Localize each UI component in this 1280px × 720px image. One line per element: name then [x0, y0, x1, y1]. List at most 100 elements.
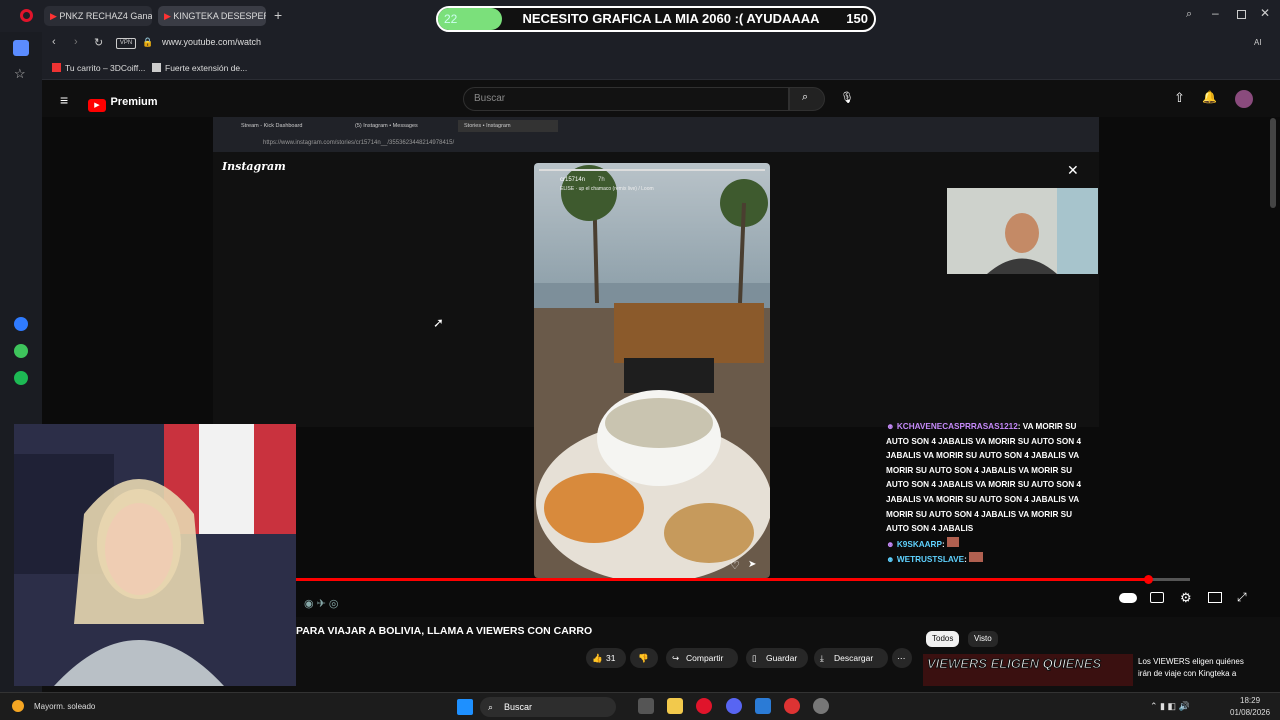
- search-input[interactable]: Buscar: [463, 87, 789, 111]
- opera-logo-icon[interactable]: [20, 9, 33, 22]
- progress-handle[interactable]: [1144, 575, 1153, 584]
- autoplay-toggle[interactable]: [1119, 593, 1137, 603]
- time: 18:29: [1240, 696, 1261, 705]
- youtube-icon: ▶: [50, 11, 60, 21]
- search-icon: ⌕: [488, 702, 494, 712]
- thumbs-up-icon: 👍: [592, 653, 603, 663]
- file-explorer-icon[interactable]: [667, 698, 683, 714]
- search-icon: ⌕: [802, 91, 809, 103]
- spotify-icon[interactable]: [14, 371, 28, 385]
- opera-icon[interactable]: [696, 698, 712, 714]
- task-view-icon[interactable]: [638, 698, 654, 714]
- settings-icon[interactable]: [813, 698, 829, 714]
- inner-tab: Stories • Instagram: [458, 120, 558, 132]
- tab-pnkz[interactable]: ▶ PNKZ RECHAZ4 Gana: [44, 6, 152, 26]
- date: 01/08/2026: [1230, 708, 1271, 717]
- chip-todos[interactable]: Todos: [926, 631, 960, 647]
- instagram-logo: Instagram: [222, 160, 286, 173]
- chrome-icon[interactable]: [784, 698, 800, 714]
- close-window-button[interactable]: ✕: [1260, 6, 1270, 20]
- settings-gear-icon[interactable]: ⚙: [1180, 590, 1192, 606]
- chat-user-icon: ☻: [886, 539, 897, 549]
- bell-icon[interactable]: 🔔: [1202, 90, 1217, 104]
- youtube-logo[interactable]: ▶ Premium: [88, 92, 158, 112]
- emote-icon: [969, 552, 984, 563]
- send-icon[interactable]: ➤: [748, 559, 756, 570]
- app-icon[interactable]: [755, 698, 771, 714]
- story-user: cr15714n: [560, 177, 586, 183]
- address-bar-row: ‹ › ↻ VPN 🔒 www.youtube.com/watch AI: [42, 32, 1280, 56]
- chat-username: WETRUSTSLAVE: [896, 555, 965, 565]
- mouse-cursor-icon: ➚: [433, 315, 444, 330]
- start-button-icon[interactable]: [457, 699, 473, 715]
- recommended-title[interactable]: Los VIEWERS eligen quiénes irán de viaje…: [1138, 656, 1256, 680]
- story-photo: [534, 163, 770, 578]
- weather-icon[interactable]: [12, 700, 24, 712]
- whatsapp-icon[interactable]: [14, 344, 28, 358]
- chat-overlay: ☻ KCHAVENECASPRRASAS1212: VA MORIR SU AU…: [886, 420, 1096, 580]
- theater-icon[interactable]: [1208, 592, 1222, 603]
- search-button[interactable]: ⌕: [789, 87, 825, 111]
- share-button[interactable]: ↪ Compartir: [666, 648, 738, 668]
- heart-icon[interactable]: ♡: [730, 559, 740, 572]
- kick-logos: ◉ ✈ ◎: [304, 598, 339, 610]
- dislike-button[interactable]: 👎: [630, 648, 658, 668]
- inner-tab: Stream - Kick Dashboard: [241, 123, 303, 129]
- progress-fill: [296, 578, 1148, 581]
- goal-target: 150: [846, 11, 868, 26]
- scrollbar[interactable]: [1270, 118, 1276, 208]
- share-icon: ↪: [672, 653, 680, 663]
- minimize-button[interactable]: –: [1212, 6, 1219, 20]
- new-tab-button[interactable]: +: [274, 7, 282, 23]
- thumbnail-text: VIEWERS ELIGEN QUIENES: [927, 656, 1102, 672]
- chat-user-icon: ☻: [886, 422, 897, 431]
- weather-text: Mayorm. soleado: [34, 702, 96, 711]
- taskbar-search-label: Buscar: [504, 702, 533, 712]
- chip-visto[interactable]: Visto: [968, 631, 998, 647]
- back-icon[interactable]: ‹: [52, 36, 56, 48]
- recommended-thumbnail[interactable]: VIEWERS ELIGEN QUIENES: [923, 654, 1133, 686]
- bookmark-item[interactable]: Fuerte extensión de...: [152, 60, 247, 76]
- fullscreen-icon[interactable]: ⤢: [1237, 590, 1247, 605]
- more-button[interactable]: ⋯: [892, 648, 912, 668]
- bookmark-item[interactable]: Tu carrito – 3DCoiff...: [52, 60, 145, 76]
- url-field[interactable]: www.youtube.com/watch: [162, 37, 261, 47]
- menu-icon[interactable]: ≡: [60, 92, 68, 108]
- avatar[interactable]: [1235, 90, 1253, 108]
- upload-icon[interactable]: ⇧: [1174, 90, 1185, 106]
- tray-icons[interactable]: ⌃ ▮ ◧ 🔊: [1150, 701, 1190, 712]
- messenger-icon[interactable]: [14, 317, 28, 331]
- instagram-story: cr15714n 7h ELISE · up el chamaco (remix…: [534, 163, 770, 578]
- video-progress-bar[interactable]: [296, 575, 1190, 584]
- search-icon[interactable]: ⌕: [1186, 8, 1192, 21]
- home-icon[interactable]: [13, 40, 29, 56]
- reload-icon[interactable]: ↻: [94, 36, 103, 49]
- save-button[interactable]: ▯ Guardar: [746, 648, 808, 668]
- chat-username: KCHAVENECASPRRASAS1212: [896, 422, 1018, 431]
- mic-icon[interactable]: 🎙: [840, 91, 854, 107]
- webcam-overlay: [947, 188, 1098, 274]
- download-label: Descargar: [834, 653, 874, 663]
- star-icon[interactable]: ☆: [14, 66, 26, 82]
- ai-button[interactable]: AI: [1254, 38, 1262, 47]
- forward-icon[interactable]: ›: [74, 36, 78, 48]
- chat-message: ☻ k9skaarp:: [886, 536, 1096, 553]
- story-time: 7h: [598, 177, 605, 183]
- vpn-badge[interactable]: VPN: [116, 38, 136, 49]
- close-icon[interactable]: ✕: [1067, 162, 1079, 179]
- download-button[interactable]: ⤓ Descargar: [814, 648, 888, 668]
- taskbar-search[interactable]: ⌕ Buscar: [480, 697, 616, 717]
- thumbs-down-icon: 👎: [638, 653, 649, 663]
- maximize-button[interactable]: [1237, 10, 1246, 19]
- discord-icon[interactable]: [726, 698, 742, 714]
- stream-title-banner: 22 NECESITO GRAFICA LA MIA 2060 :( AYUDA…: [436, 6, 876, 32]
- logo-text: Premium: [110, 96, 158, 108]
- inner-tab: (5) Instagram • Messages: [355, 123, 418, 129]
- bookmark-icon: [52, 63, 61, 72]
- tab-kingteka[interactable]: ▶ KINGTEKA DESESPER: [158, 6, 266, 26]
- subtitles-icon[interactable]: [1150, 592, 1164, 603]
- tab-label: PNKZ RECHAZ4 Gana: [59, 11, 152, 21]
- youtube-play-icon: ▶: [88, 99, 106, 112]
- banner-text: NECESITO GRAFICA LA MIA 2060 :( AYUDAAAA: [522, 11, 820, 26]
- like-button[interactable]: 👍 31: [586, 648, 626, 668]
